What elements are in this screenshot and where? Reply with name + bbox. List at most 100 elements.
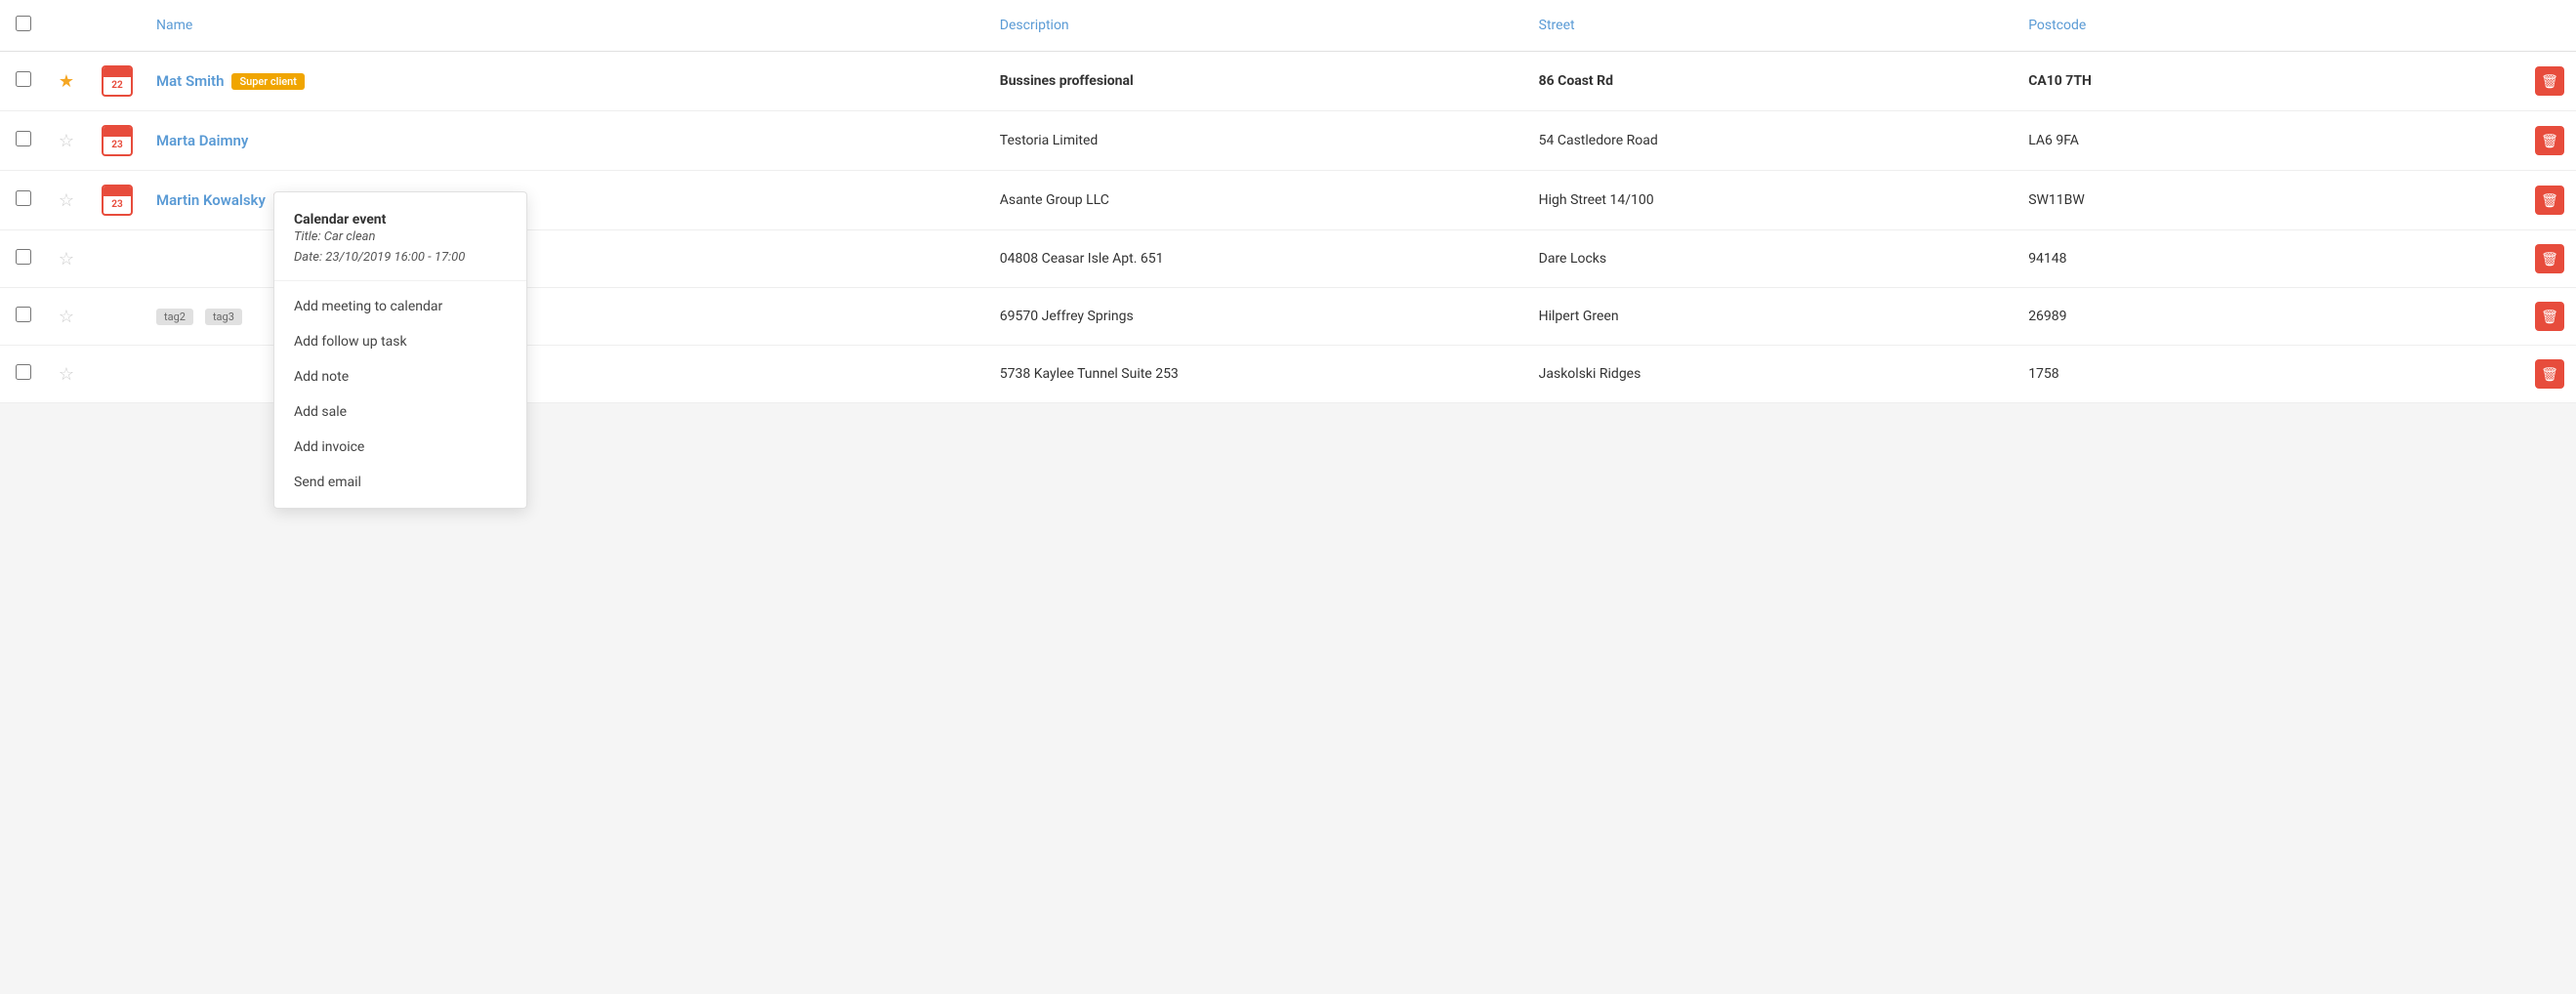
star-icon[interactable]: ☆ bbox=[55, 190, 78, 211]
table-header-row: Name Description Street Postcode bbox=[0, 0, 2576, 52]
popup-menu-item[interactable]: Add meeting to calendar bbox=[274, 289, 526, 324]
row-description-cell: Bussines proffesional bbox=[988, 52, 1527, 111]
client-tag: tag2 bbox=[156, 309, 193, 325]
popup-menu-item[interactable]: Add invoice bbox=[274, 430, 526, 465]
row-actions: 🗑 bbox=[2393, 359, 2564, 389]
row-checkbox-cell bbox=[0, 171, 43, 230]
row-description-cell: 04808 Ceasar Isle Apt. 651 bbox=[988, 230, 1527, 288]
row-street-cell: 86 Coast Rd bbox=[1527, 52, 2017, 111]
row-street-cell: Dare Locks bbox=[1527, 230, 2017, 288]
header-cal-cell bbox=[90, 0, 145, 52]
star-icon[interactable]: ★ bbox=[55, 71, 78, 92]
delete-button[interactable]: 🗑 bbox=[2535, 244, 2564, 273]
client-tag: tag3 bbox=[205, 309, 242, 325]
row-star-cell: ★ bbox=[43, 52, 90, 111]
row-actions: 🗑 bbox=[2393, 244, 2564, 273]
star-icon[interactable]: ☆ bbox=[55, 364, 78, 385]
table-body: ★ 22 Mat Smith Super client Bussines proffes… bbox=[0, 52, 2576, 403]
row-calendar-cell bbox=[90, 230, 145, 288]
header-name: Name bbox=[145, 0, 988, 52]
row-checkbox[interactable] bbox=[16, 190, 31, 206]
row-postcode-cell: CA10 7TH bbox=[2016, 52, 2382, 111]
row-action-cell: 🗑 bbox=[2382, 171, 2576, 230]
delete-button[interactable]: 🗑 bbox=[2535, 186, 2564, 215]
row-description-cell: 5738 Kaylee Tunnel Suite 253 bbox=[988, 346, 1527, 403]
row-star-cell: ☆ bbox=[43, 171, 90, 230]
header-checkbox-cell bbox=[0, 0, 43, 52]
row-checkbox-cell bbox=[0, 52, 43, 111]
row-star-cell: ☆ bbox=[43, 111, 90, 171]
row-star-cell: ☆ bbox=[43, 230, 90, 288]
row-actions: 🗑 bbox=[2393, 66, 2564, 96]
header-postcode: Postcode bbox=[2016, 0, 2382, 52]
delete-button[interactable]: 🗑 bbox=[2535, 359, 2564, 389]
row-checkbox-cell bbox=[0, 346, 43, 403]
row-description-cell: Testoria Limited bbox=[988, 111, 1527, 171]
star-icon[interactable]: ☆ bbox=[55, 307, 78, 327]
row-checkbox-cell bbox=[0, 111, 43, 171]
popup-menu-item[interactable]: Add follow up task bbox=[274, 324, 526, 359]
delete-button[interactable]: 🗑 bbox=[2535, 66, 2564, 96]
row-postcode-cell: 1758 bbox=[2016, 346, 2382, 403]
delete-button[interactable]: 🗑 bbox=[2535, 302, 2564, 331]
table-row: ☆ 23 Marta Daimny Testoria Limited54 Castle… bbox=[0, 111, 2576, 171]
star-icon[interactable]: ☆ bbox=[55, 131, 78, 151]
row-star-cell: ☆ bbox=[43, 346, 90, 403]
header-description: Description bbox=[988, 0, 1527, 52]
popup-menu-item[interactable]: Add sale bbox=[274, 394, 526, 430]
row-checkbox[interactable] bbox=[16, 307, 31, 322]
client-name-link[interactable]: Martin Kowalsky bbox=[156, 191, 266, 209]
header-street: Street bbox=[1527, 0, 2017, 52]
row-actions: 🗑 bbox=[2393, 186, 2564, 215]
row-star-cell: ☆ bbox=[43, 288, 90, 346]
row-checkbox[interactable] bbox=[16, 249, 31, 265]
row-calendar-cell: 23 bbox=[90, 111, 145, 171]
row-description-cell: 69570 Jeffrey Springs bbox=[988, 288, 1527, 346]
row-checkbox[interactable] bbox=[16, 71, 31, 87]
row-postcode-cell: 26989 bbox=[2016, 288, 2382, 346]
row-checkbox[interactable] bbox=[16, 364, 31, 380]
row-name-cell: Martin KowalskyVIPCalendar eventTitle: C… bbox=[145, 171, 988, 230]
calendar-icon[interactable]: 23 bbox=[102, 185, 133, 216]
row-description-cell: Asante Group LLC bbox=[988, 171, 1527, 230]
row-postcode-cell: 94148 bbox=[2016, 230, 2382, 288]
row-calendar-cell: 23 bbox=[90, 171, 145, 230]
header-action bbox=[2382, 0, 2576, 52]
popup-title: Calendar event bbox=[294, 212, 507, 228]
row-name-cell bbox=[145, 230, 988, 288]
row-checkbox[interactable] bbox=[16, 131, 31, 146]
delete-button[interactable]: 🗑 bbox=[2535, 126, 2564, 155]
popup-menu-item[interactable]: Add note bbox=[274, 359, 526, 394]
star-icon[interactable]: ☆ bbox=[55, 249, 78, 269]
contacts-table-container: Name Description Street Postcode ★ 22 Mat … bbox=[0, 0, 2576, 403]
row-action-cell: 🗑 bbox=[2382, 52, 2576, 111]
popup-menu-item[interactable]: Send email bbox=[274, 465, 526, 500]
popup-subtitle: Title: Car cleanDate: 23/10/2019 16:00 -… bbox=[294, 228, 507, 269]
calendar-icon[interactable]: 22 bbox=[102, 65, 133, 97]
row-action-cell: 🗑 bbox=[2382, 346, 2576, 403]
row-action-cell: 🗑 bbox=[2382, 230, 2576, 288]
select-all-checkbox[interactable] bbox=[16, 16, 31, 31]
row-calendar-cell: 22 bbox=[90, 52, 145, 111]
row-street-cell: High Street 14/100 bbox=[1527, 171, 2017, 230]
row-action-cell: 🗑 bbox=[2382, 288, 2576, 346]
row-calendar-cell bbox=[90, 288, 145, 346]
row-postcode-cell: LA6 9FA bbox=[2016, 111, 2382, 171]
row-name-cell bbox=[145, 346, 988, 403]
header-star-cell bbox=[43, 0, 90, 52]
row-postcode-cell: SW11BW bbox=[2016, 171, 2382, 230]
row-calendar-cell bbox=[90, 346, 145, 403]
row-actions: 🗑 bbox=[2393, 302, 2564, 331]
calendar-icon[interactable]: 23 bbox=[102, 125, 133, 156]
row-name-cell: tag2 tag3 bbox=[145, 288, 988, 346]
row-checkbox-cell bbox=[0, 230, 43, 288]
client-badge: Super client bbox=[231, 73, 305, 90]
table-row: ★ 22 Mat Smith Super client Bussines proffes… bbox=[0, 52, 2576, 111]
row-checkbox-cell bbox=[0, 288, 43, 346]
row-name-cell: Mat Smith Super client bbox=[145, 52, 988, 111]
contacts-table: Name Description Street Postcode ★ 22 Mat … bbox=[0, 0, 2576, 403]
client-name-link[interactable]: Marta Daimny bbox=[156, 132, 248, 149]
client-name-link[interactable]: Mat Smith bbox=[156, 72, 224, 90]
row-street-cell: 54 Castledore Road bbox=[1527, 111, 2017, 171]
table-row: ☆ 23 Martin KowalskyVIPCalendar eventTitle… bbox=[0, 171, 2576, 230]
